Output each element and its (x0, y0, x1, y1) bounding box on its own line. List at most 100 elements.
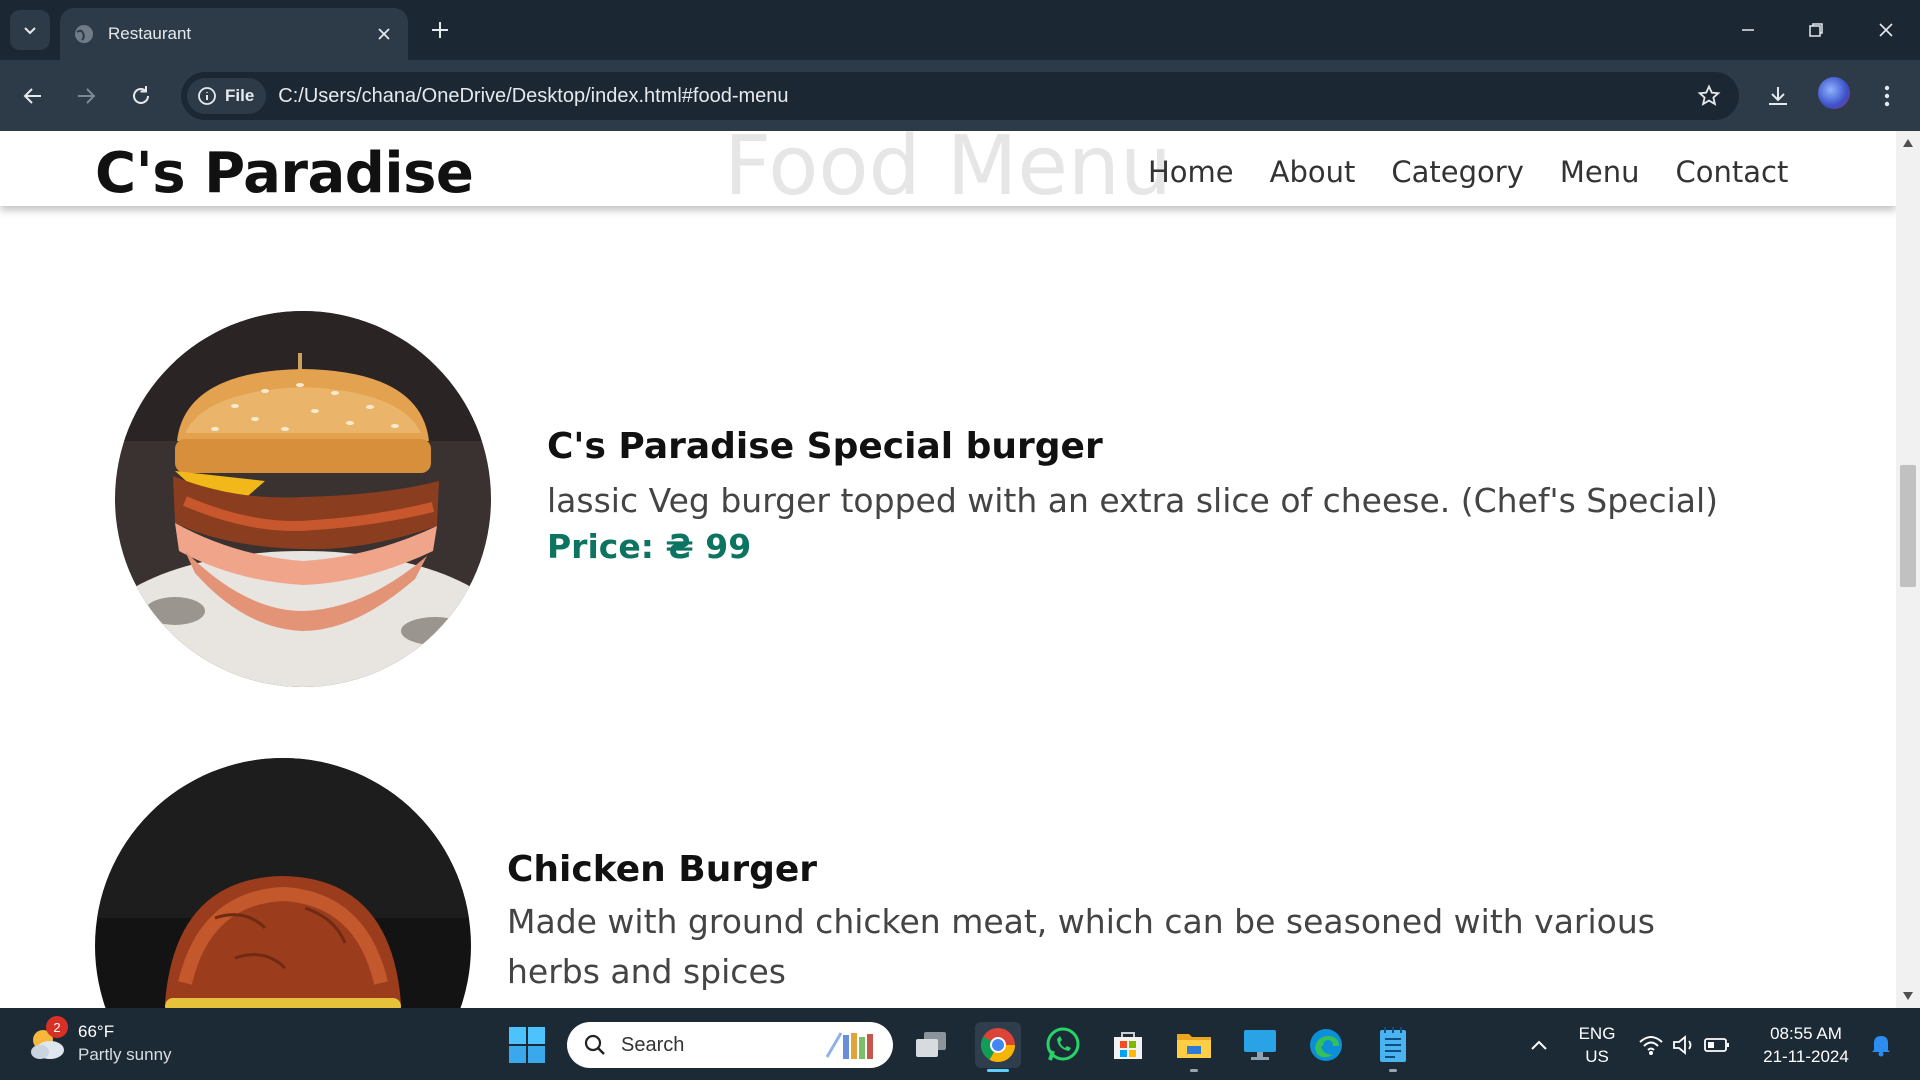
running-indicator (1389, 1069, 1397, 1072)
taskbar-app-notepad[interactable] (1370, 1022, 1416, 1072)
downloads-button[interactable] (1760, 78, 1796, 114)
menu-item-description: lassic Veg burger topped with an extra s… (547, 481, 1719, 520)
restore-button[interactable] (1792, 10, 1840, 50)
taskbar-app-file-explorer[interactable] (1171, 1022, 1217, 1072)
battery-icon (1704, 1038, 1729, 1052)
running-indicator (1190, 1069, 1198, 1072)
clock-time: 08:55 AM (1770, 1024, 1842, 1043)
task-view-icon (916, 1032, 946, 1057)
taskbar-app-store[interactable] (1105, 1022, 1151, 1068)
task-view-button[interactable] (908, 1022, 954, 1068)
taskbar-app-whatsapp[interactable] (1040, 1022, 1086, 1068)
site-logo[interactable]: C's Paradise (95, 141, 474, 206)
weather-widget[interactable]: 2 66°F Partly sunny (26, 1016, 172, 1066)
weather-icon: 2 (26, 1016, 68, 1064)
weather-badge: 2 (46, 1016, 68, 1038)
weather-temperature: 66°F (78, 1022, 115, 1041)
url-text[interactable]: C:/Users/chana/OneDrive/Desktop/index.ht… (278, 85, 788, 108)
search-highlight-icon (825, 1032, 873, 1059)
more-vertical-icon (1884, 85, 1890, 107)
menu-item-name: C's Paradise Special burger (547, 426, 1103, 467)
globe-icon (75, 25, 93, 43)
start-button[interactable] (508, 1026, 546, 1064)
taskbar-search[interactable]: Search (567, 1022, 893, 1068)
notepad-icon (1380, 1027, 1406, 1062)
site-info-chip[interactable]: File (187, 78, 267, 114)
close-window-button[interactable] (1862, 10, 1910, 50)
wifi-icon (1639, 1036, 1663, 1055)
show-hidden-icons-button[interactable] (1516, 1022, 1562, 1068)
weather-condition: Partly sunny (78, 1045, 172, 1064)
edge-icon (1310, 1029, 1342, 1061)
keyboard-layout: US (1585, 1047, 1609, 1066)
windows-logo-icon (509, 1027, 545, 1063)
scroll-down-arrow[interactable] (1902, 990, 1914, 1002)
main-nav: Home About Category Menu Contact (1148, 155, 1824, 189)
tab-search-button[interactable] (10, 10, 50, 50)
forward-button[interactable] (68, 78, 104, 114)
tab-title: Restaurant (108, 24, 192, 43)
taskbar-app-chrome[interactable] (975, 1022, 1021, 1072)
volume-icon (1673, 1035, 1692, 1055)
chevron-down-icon (24, 27, 36, 35)
reload-button[interactable] (123, 78, 159, 114)
tab-close-button[interactable] (374, 24, 394, 44)
system-tray-status[interactable] (1634, 1022, 1734, 1068)
search-icon (584, 1034, 605, 1055)
bell-icon (1872, 1036, 1890, 1057)
browser-menu-button[interactable] (1869, 78, 1905, 114)
page-scrollbar[interactable] (1896, 131, 1920, 1008)
clock-date: 21-11-2024 (1763, 1047, 1849, 1066)
download-icon (1769, 87, 1787, 105)
nav-category[interactable]: Category (1391, 155, 1523, 189)
close-icon (378, 28, 390, 40)
clock[interactable]: 08:55 AM 21-11-2024 (1756, 1022, 1856, 1068)
chrome-icon (981, 1028, 1015, 1062)
nav-home[interactable]: Home (1148, 155, 1234, 189)
menu-item-price: Price: ₴ 99 (547, 527, 752, 566)
browser-toolbar: File C:/Users/chana/OneDrive/Desktop/ind… (0, 60, 1920, 131)
reload-icon (133, 86, 149, 104)
nav-contact[interactable]: Contact (1675, 155, 1788, 189)
minimize-icon (1742, 29, 1754, 31)
windows-taskbar: 2 66°F Partly sunny Search ENG US 08:55 … (0, 1008, 1920, 1080)
browser-tab[interactable]: Restaurant (60, 8, 408, 60)
section-heading: Food Menu (724, 131, 1172, 214)
microsoft-store-icon (1114, 1032, 1142, 1059)
caret-down-icon (1903, 992, 1913, 1000)
site-header: C's Paradise Food Menu Home About Catego… (0, 131, 1896, 214)
special-burger-image (115, 311, 491, 687)
site-chip-label: File (225, 86, 255, 105)
active-indicator (987, 1069, 1009, 1072)
chevron-up-icon (1531, 1040, 1547, 1050)
caret-up-icon (1903, 139, 1913, 147)
scroll-up-arrow[interactable] (1902, 137, 1914, 149)
arrow-left-icon (23, 88, 41, 104)
taskbar-app-remote-desktop[interactable] (1237, 1022, 1283, 1068)
nav-menu[interactable]: Menu (1560, 155, 1640, 189)
taskbar-app-edge[interactable] (1303, 1022, 1349, 1068)
restore-icon (1809, 23, 1823, 37)
new-tab-button[interactable] (424, 14, 456, 46)
scroll-thumb[interactable] (1900, 465, 1916, 587)
page-viewport: C's Paradise Food Menu Home About Catego… (0, 131, 1896, 1008)
info-icon (198, 87, 216, 105)
back-button[interactable] (15, 78, 51, 114)
folder-icon (1177, 1034, 1211, 1058)
search-placeholder: Search (621, 1033, 685, 1056)
plus-icon (432, 22, 448, 38)
monitor-icon (1244, 1030, 1276, 1060)
address-bar[interactable]: File C:/Users/chana/OneDrive/Desktop/ind… (181, 72, 1739, 120)
nav-about[interactable]: About (1270, 155, 1356, 189)
arrow-right-icon (78, 88, 96, 104)
close-icon (1879, 23, 1893, 37)
chicken-burger-image (95, 758, 471, 1008)
language-code: ENG (1578, 1024, 1616, 1043)
minimize-button[interactable] (1724, 10, 1772, 50)
notifications-button[interactable] (1866, 1022, 1896, 1068)
browser-tab-bar: Restaurant (0, 0, 1920, 60)
bookmark-star-icon[interactable] (1697, 84, 1721, 108)
profile-avatar[interactable] (1818, 77, 1850, 109)
language-indicator[interactable]: ENG US (1572, 1022, 1622, 1068)
menu-item-description: Made with ground chicken meat, which can… (507, 902, 1655, 991)
